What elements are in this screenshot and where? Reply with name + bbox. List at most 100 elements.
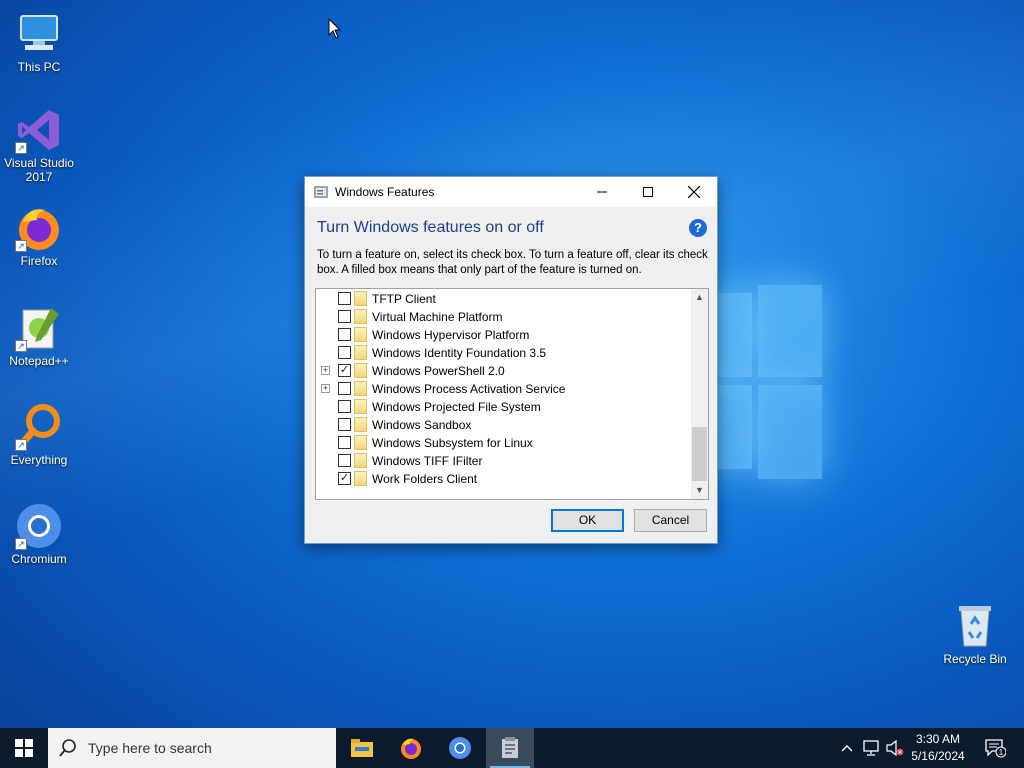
start-button[interactable]: [0, 728, 48, 768]
taskbar-windows-features[interactable]: [486, 728, 534, 768]
feature-checkbox[interactable]: [338, 346, 351, 359]
notification-count: 1: [999, 748, 1004, 757]
cancel-button[interactable]: Cancel: [634, 509, 707, 532]
feature-row[interactable]: Windows Hypervisor Platform: [316, 326, 690, 344]
help-icon[interactable]: ?: [689, 219, 707, 237]
feature-label: Windows Process Activation Service: [372, 382, 566, 396]
feature-checkbox[interactable]: [338, 310, 351, 323]
feature-checkbox[interactable]: ✓: [338, 472, 351, 485]
volume-tray-button[interactable]: [884, 728, 906, 768]
close-icon: [688, 186, 700, 198]
folder-icon: [354, 309, 367, 324]
ok-button[interactable]: OK: [551, 509, 624, 532]
clock-time: 3:30 AM: [915, 732, 961, 746]
feature-row[interactable]: + ✓ Windows PowerShell 2.0: [316, 362, 690, 380]
folder-icon: [354, 417, 367, 432]
taskbar-firefox[interactable]: [387, 728, 435, 768]
feature-checkbox[interactable]: [338, 382, 351, 395]
shortcut-arrow-icon: ↗: [15, 439, 27, 451]
feature-row[interactable]: Windows Identity Foundation 3.5: [316, 344, 690, 362]
file-explorer-icon: [351, 739, 373, 757]
feature-label: Windows Subsystem for Linux: [372, 436, 533, 450]
desktop-icon-label: Recycle Bin: [943, 652, 1007, 666]
folder-icon: [354, 327, 367, 342]
feature-checkbox[interactable]: [338, 454, 351, 467]
feature-checkbox[interactable]: ✓: [338, 364, 351, 377]
feature-row[interactable]: Windows Projected File System: [316, 398, 690, 416]
wallpaper-windows-logo: [700, 285, 825, 480]
feature-checkbox[interactable]: [338, 328, 351, 341]
feature-checkbox[interactable]: [338, 436, 351, 449]
clock-date: 5/16/2024: [911, 749, 965, 763]
maximize-button[interactable]: [625, 177, 671, 207]
feature-label: Windows Sandbox: [372, 418, 472, 432]
notepadpp-icon: ↗: [15, 304, 63, 352]
feature-row[interactable]: Virtual Machine Platform: [316, 308, 690, 326]
desktop-icon-visual-studio[interactable]: ↗ Visual Studio 2017: [1, 106, 77, 184]
network-icon: [863, 740, 879, 756]
feature-checkbox[interactable]: [338, 418, 351, 431]
windows-features-icon: [502, 737, 518, 758]
feature-label: Work Folders Client: [372, 472, 478, 486]
feature-row[interactable]: Windows TIFF IFilter: [316, 452, 690, 470]
taskbar-file-explorer[interactable]: [338, 728, 386, 768]
search-input[interactable]: Type here to search: [88, 740, 212, 756]
scroll-thumb[interactable]: [692, 427, 707, 481]
expand-icon[interactable]: +: [321, 366, 330, 375]
chromium-icon: [449, 737, 471, 759]
dialog-titlebar[interactable]: Windows Features: [305, 177, 717, 207]
desktop-icon-label: Everything: [10, 453, 68, 467]
features-tree[interactable]: TFTP Client Virtual Machine Platform Windo…: [315, 288, 709, 500]
dialog-title: Windows Features: [335, 185, 435, 199]
folder-icon: [354, 435, 367, 450]
feature-row[interactable]: TFTP Client: [316, 290, 690, 308]
action-center-button[interactable]: 1: [980, 728, 1010, 768]
desktop-icon-label: This PC: [17, 60, 61, 74]
everything-search-icon: ↗: [15, 403, 63, 451]
chromium-icon: ↗: [15, 502, 63, 550]
feature-label: Windows Projected File System: [372, 400, 541, 414]
desktop-icon-recycle-bin[interactable]: Recycle Bin: [937, 602, 1013, 666]
feature-row[interactable]: Windows Subsystem for Linux: [316, 434, 690, 452]
feature-row[interactable]: + Windows Process Activation Service: [316, 380, 690, 398]
show-hidden-icons-button[interactable]: [837, 728, 857, 768]
shortcut-arrow-icon: ↗: [15, 142, 27, 154]
recycle-bin-icon: [951, 602, 999, 650]
taskbar-search-box[interactable]: Type here to search: [48, 728, 336, 768]
close-button[interactable]: [671, 177, 717, 207]
shortcut-arrow-icon: ↗: [15, 240, 27, 252]
feature-label: Windows PowerShell 2.0: [372, 364, 505, 378]
taskbar-chromium[interactable]: [436, 728, 484, 768]
taskbar-clock[interactable]: 3:30 AM 5/16/2024: [904, 731, 972, 765]
feature-checkbox[interactable]: [338, 292, 351, 305]
desktop-icon-notepadpp[interactable]: ↗ Notepad++: [1, 304, 77, 368]
folder-icon: [354, 363, 367, 378]
firefox-icon: ↗: [15, 204, 63, 252]
feature-row[interactable]: ✓ Work Folders Client: [316, 470, 690, 488]
vertical-scrollbar[interactable]: ▲ ▼: [691, 289, 708, 499]
desktop-icon-firefox[interactable]: ↗ Firefox: [1, 204, 77, 268]
scroll-down-icon[interactable]: ▼: [691, 482, 708, 499]
search-icon: [59, 739, 76, 757]
maximize-icon: [643, 187, 653, 197]
expand-icon[interactable]: +: [321, 384, 330, 393]
feature-label: Windows TIFF IFilter: [372, 454, 483, 468]
folder-icon: [354, 399, 367, 414]
windows-start-icon: [15, 739, 33, 757]
desktop-icon-this-pc[interactable]: This PC: [1, 10, 77, 74]
folder-icon: [354, 471, 367, 486]
volume-muted-icon: [886, 740, 904, 756]
feature-label: Windows Identity Foundation 3.5: [372, 346, 547, 360]
network-tray-button[interactable]: [860, 728, 882, 768]
feature-label: TFTP Client: [372, 292, 436, 306]
minimize-button[interactable]: [579, 177, 625, 207]
feature-row[interactable]: Windows Sandbox: [316, 416, 690, 434]
scroll-up-icon[interactable]: ▲: [691, 289, 708, 306]
desktop-icon-chromium[interactable]: ↗ Chromium: [1, 502, 77, 566]
folder-icon: [354, 381, 367, 396]
feature-checkbox[interactable]: [338, 400, 351, 413]
desktop-icon-everything[interactable]: ↗ Everything: [1, 403, 77, 467]
dialog-heading: Turn Windows features on or off: [317, 219, 544, 236]
chevron-up-icon: [841, 745, 853, 752]
visual-studio-icon: ↗: [15, 106, 63, 154]
